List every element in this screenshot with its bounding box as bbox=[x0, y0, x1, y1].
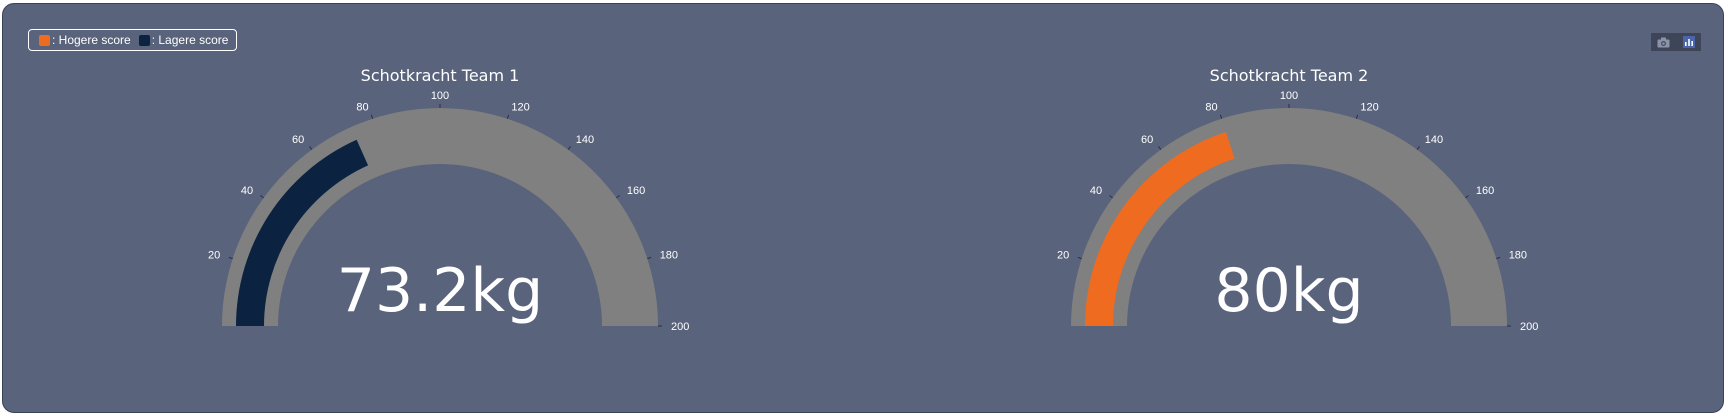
gauge-tick bbox=[1416, 146, 1420, 150]
gauge-tick-label: 160 bbox=[627, 185, 645, 197]
gauge-tick-label: 80 bbox=[356, 101, 368, 113]
gauge-tick bbox=[506, 114, 510, 119]
gauge-tick-label: 100 bbox=[1280, 90, 1298, 102]
gauge-tick-label: 120 bbox=[511, 101, 529, 113]
gauge-tick bbox=[1496, 256, 1501, 260]
gauge-tick bbox=[1465, 195, 1469, 199]
gauge-tick-label: 40 bbox=[241, 185, 253, 197]
gauge-tick-label: 60 bbox=[292, 134, 304, 146]
gauge-value-text: 80kg bbox=[1214, 256, 1363, 326]
gauge-tick bbox=[1109, 195, 1113, 199]
gauge-title: Schotkracht Team 2 bbox=[1210, 66, 1369, 85]
gauge-value-text: 73.2kg bbox=[337, 256, 543, 326]
gauge-tick bbox=[616, 195, 620, 199]
gauge-tick bbox=[260, 195, 264, 199]
gauge-tick-label: 200 bbox=[671, 321, 689, 333]
gauge-tick bbox=[1158, 146, 1162, 150]
gauge-tick-label: 140 bbox=[576, 134, 594, 146]
gauge-tick-label: 140 bbox=[1425, 134, 1443, 146]
gauge-tick bbox=[309, 146, 313, 150]
gauge-tick-label: 40 bbox=[1090, 185, 1102, 197]
gauge-tick-label: 120 bbox=[1360, 101, 1378, 113]
gauge-tick-label: 100 bbox=[431, 90, 449, 102]
gauge-tick-label: 20 bbox=[1057, 250, 1069, 262]
gauge-tick bbox=[1077, 256, 1082, 260]
gauge-tick bbox=[647, 256, 652, 260]
gauge-tick-label: 60 bbox=[1141, 134, 1153, 146]
gauge-tick-label: 160 bbox=[1476, 185, 1494, 197]
gauge-tick bbox=[1355, 114, 1359, 119]
gauge-tick bbox=[228, 256, 233, 260]
gauge-tick-label: 20 bbox=[208, 250, 220, 262]
gauge-tick bbox=[567, 146, 571, 150]
gauge-1: Schotkracht Team 1 20 40 60 80 100 120 140 160 18… bbox=[208, 66, 689, 333]
gauge-2: Schotkracht Team 2 20 40 60 80 100 120 140 160 18… bbox=[1057, 66, 1538, 333]
gauge-tick-label: 180 bbox=[1509, 250, 1527, 262]
gauge-title: Schotkracht Team 1 bbox=[361, 66, 520, 85]
gauge-tick-label: 180 bbox=[660, 250, 678, 262]
gauge-tick-label: 80 bbox=[1205, 101, 1217, 113]
gauge-tick bbox=[370, 114, 374, 119]
gauges-canvas: Schotkracht Team 1 20 40 60 80 100 120 140 160 18… bbox=[208, 66, 1538, 333]
gauge-tick bbox=[1219, 114, 1223, 119]
gauge-tick-label: 200 bbox=[1520, 321, 1538, 333]
